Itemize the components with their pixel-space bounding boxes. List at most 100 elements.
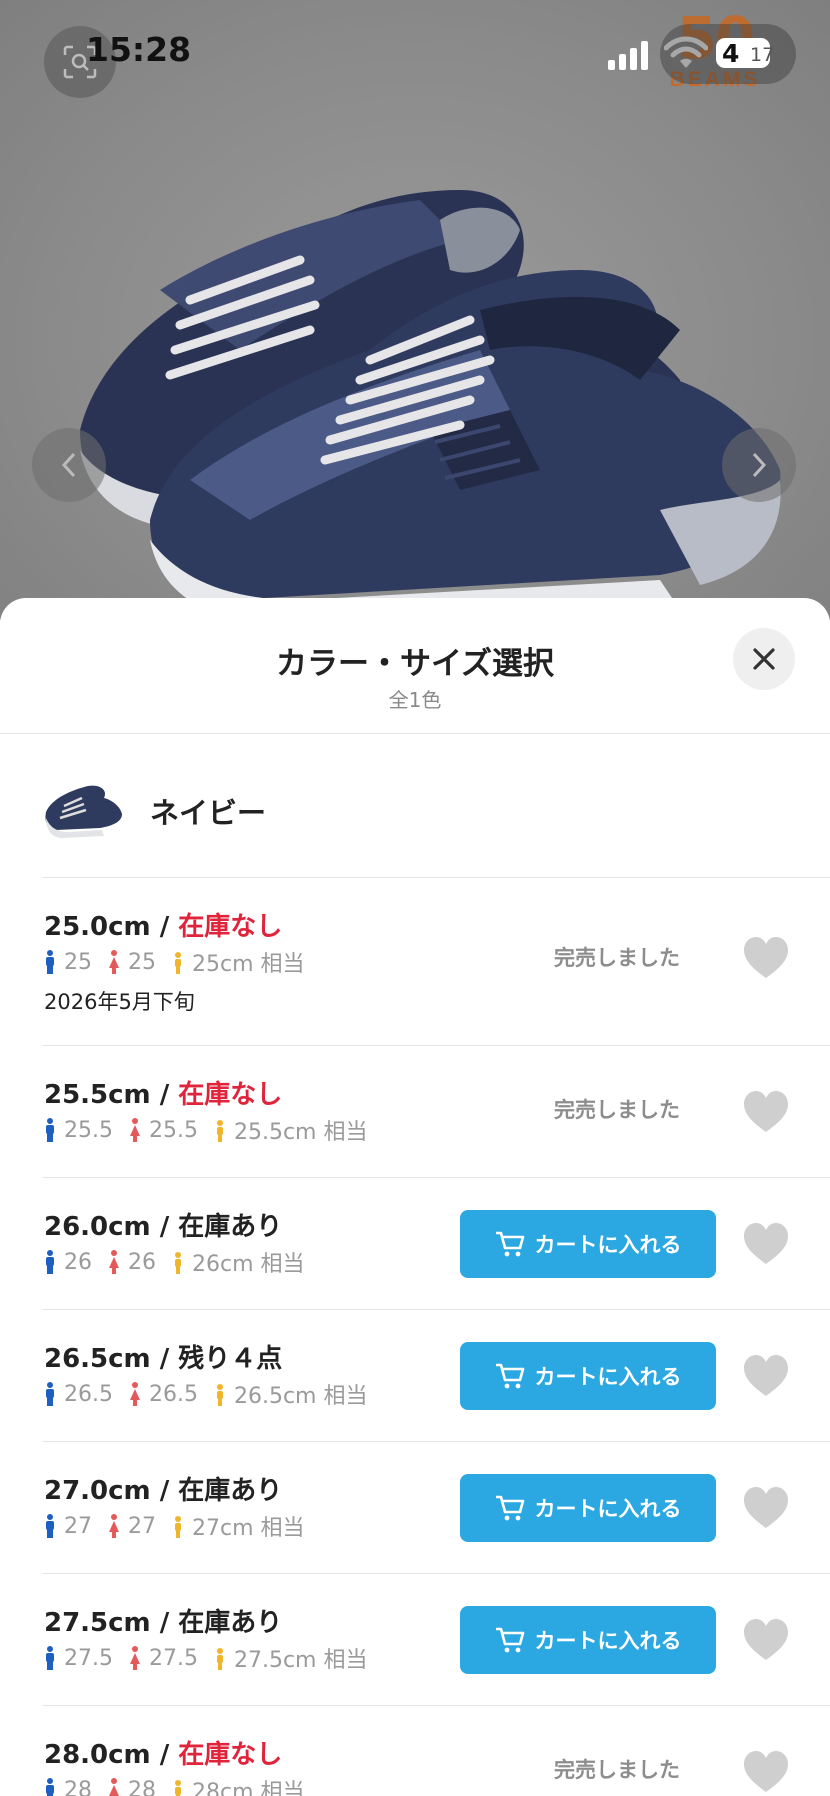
add-to-cart-label: カートに入れる [534,1497,682,1521]
heart-icon[interactable] [742,1750,790,1794]
women-size: 27 [128,1513,156,1539]
restock-date: 2026年5月下旬 [44,990,195,1014]
add-to-cart-label: カートに入れる [534,1629,682,1653]
color-name: ネイビー [150,796,267,830]
men-size: 28 [64,1777,92,1796]
add-to-cart-label: カートに入れる [534,1233,682,1257]
size-label: 25.5cm / 在庫なし [44,1074,282,1111]
kids-icon [175,1516,181,1538]
heart-icon[interactable] [742,1486,790,1530]
sheet-header: カラー・サイズ選択 全1色 [0,598,830,734]
kids-icon [175,952,181,974]
women-icon [109,950,119,974]
size-row: 26.5cm / 残り４点 26.5 26.5 26.5cm 相当 カートに入れ… [42,1310,830,1442]
women-size: 25.5 [148,1117,198,1143]
cart-icon [495,1231,524,1257]
heart-icon[interactable] [742,936,790,980]
stock-status: 在庫なし [178,1740,283,1770]
signal-icon [608,41,648,70]
kids-size: 28cm 相当 [192,1780,305,1796]
women-icon [129,1646,140,1670]
men-icon [46,1118,54,1142]
women-size: 25 [128,949,156,975]
heart-icon[interactable] [742,1222,790,1266]
women-icon [129,1382,140,1406]
close-icon [753,648,775,670]
carousel-prev-button[interactable] [32,428,106,502]
cart-icon [495,1363,524,1389]
screen: 50 BEAMS 15:28 4 17 カラー・サイズ選択 全1色 ネイビー 2… [0,0,830,1796]
stock-status: 残り４点 [178,1344,283,1374]
men-size: 25.5 [64,1117,113,1143]
size-row: 27.0cm / 在庫あり 27 27 27cm 相当 カートに入れる [42,1442,830,1574]
kids-icon [175,1780,181,1796]
close-button[interactable] [733,628,795,690]
sheet-subtitle: 全1色 [388,688,442,712]
size-value: 25.5cm / [44,1080,170,1110]
size-value: 26.5cm / [44,1344,170,1374]
size-equivalents: 25.5 25.5 25.5cm 相当 [44,1114,383,1146]
add-to-cart-button[interactable]: カートに入れる [460,1606,716,1674]
sneaker-illustration [80,190,781,620]
add-to-cart-button[interactable]: カートに入れる [460,1342,716,1410]
heart-icon[interactable] [742,1354,790,1398]
size-equivalents: 28 28 28cm 相当 [44,1774,321,1796]
heart-icon[interactable] [742,1090,790,1134]
chevron-left-icon [61,452,76,478]
color-option[interactable]: ネイビー [42,734,830,878]
add-to-cart-label: カートに入れる [534,1365,682,1389]
size-row: 28.0cm / 在庫なし 28 28 28cm 相当 完売しました [42,1706,830,1796]
size-value: 26.0cm / [44,1212,170,1242]
size-value: 27.0cm / [44,1476,170,1506]
carousel-next-button[interactable] [722,428,796,502]
size-value: 28.0cm / [44,1740,170,1770]
chevron-right-icon [752,452,767,478]
sold-out-label: 完売しました [554,1758,680,1782]
men-size: 27.5 [64,1645,113,1671]
kids-size: 27.5cm 相当 [233,1648,368,1673]
add-to-cart-button[interactable]: カートに入れる [460,1474,716,1542]
cart-icon [495,1495,524,1521]
stock-status: 在庫あり [178,1608,283,1638]
kids-icon [216,1384,223,1406]
heart-icon[interactable] [742,1618,790,1662]
size-label: 27.5cm / 在庫あり [44,1602,282,1639]
kids-size: 26.5cm 相当 [233,1384,368,1409]
stock-status: 在庫あり [178,1212,283,1242]
size-row: 27.5cm / 在庫あり 27.5 27.5 27.5cm 相当 カートに入れ… [42,1574,830,1706]
kids-icon [216,1120,223,1142]
size-equivalents: 26 26 26cm 相当 [44,1246,321,1278]
status-time: 15:28 [86,30,192,69]
men-icon [46,950,54,974]
kids-size: 26cm 相当 [192,1252,305,1277]
women-size: 26 [128,1249,156,1275]
men-icon [46,1778,54,1796]
women-size: 27.5 [148,1645,198,1671]
men-size: 26 [64,1249,92,1275]
add-to-cart-button[interactable]: カートに入れる [460,1210,716,1278]
men-icon [46,1514,54,1538]
women-size: 28 [128,1777,156,1796]
cart-icon [495,1627,524,1653]
size-value: 27.5cm / [44,1608,170,1638]
sold-out-label: 完売しました [554,946,680,970]
stock-status: 在庫なし [178,1080,283,1110]
men-icon [46,1646,54,1670]
women-size: 26.5 [148,1381,198,1407]
sheet-title: カラー・サイズ選択 [275,646,555,682]
size-label: 26.0cm / 在庫あり [44,1206,282,1243]
men-size: 27 [64,1513,92,1539]
kids-size: 25cm 相当 [192,952,305,977]
size-label: 27.0cm / 在庫あり [44,1470,282,1507]
size-label: 28.0cm / 在庫なし [44,1734,282,1771]
size-value: 25.0cm / [44,912,170,942]
men-size: 26.5 [64,1381,113,1407]
size-label: 26.5cm / 残り４点 [44,1338,282,1375]
men-size: 25 [64,949,92,975]
women-icon [109,1514,119,1538]
kids-icon [175,1252,181,1274]
size-label: 25.0cm / 在庫なし [44,906,282,943]
size-equivalents: 27 27 27cm 相当 [44,1510,321,1542]
women-icon [109,1778,119,1796]
size-row: 25.5cm / 在庫なし 25.5 25.5 25.5cm 相当 完売しました [42,1046,830,1178]
